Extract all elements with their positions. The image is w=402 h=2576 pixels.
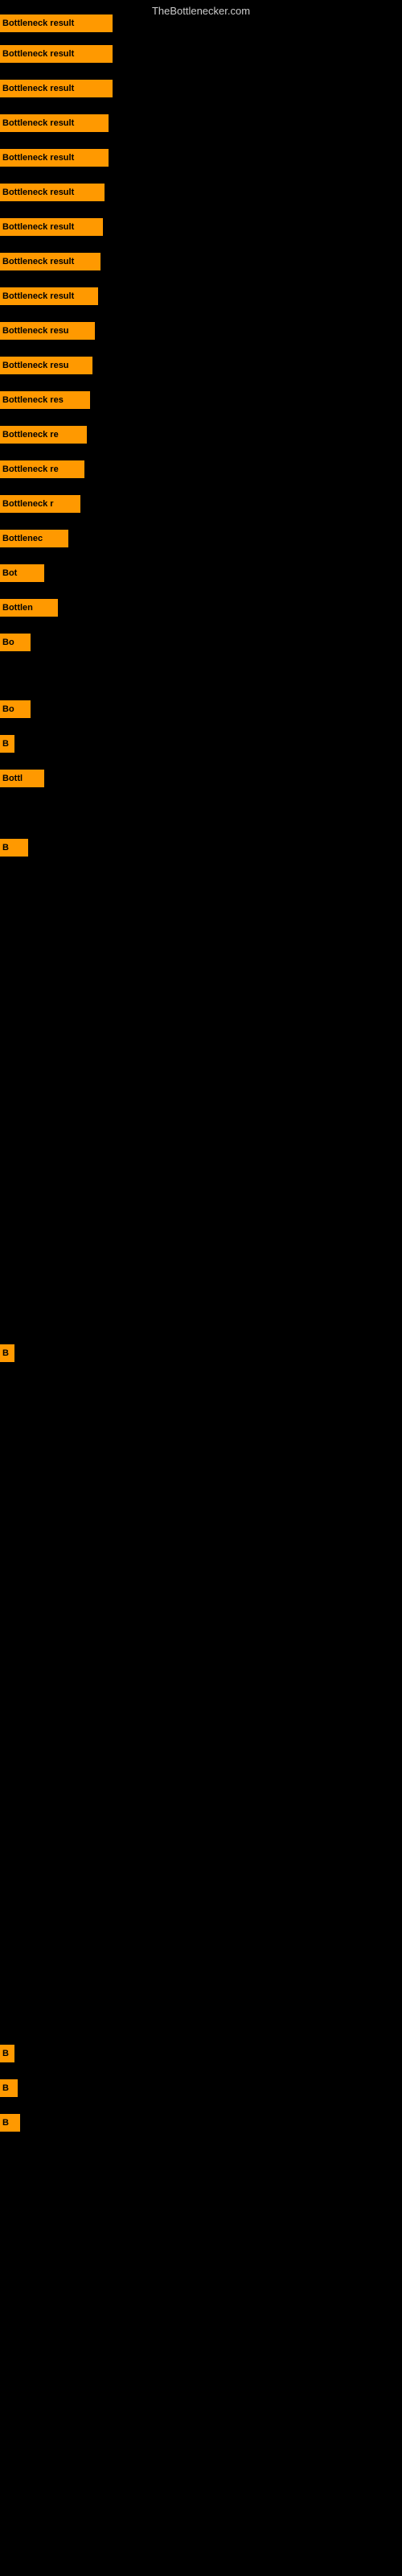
bottleneck-bar: Bottleneck result [0,184,105,201]
bottleneck-bar: Bottleneck result [0,80,113,97]
bottleneck-bar: Bo [0,700,31,718]
bottleneck-bar: Bottleneck re [0,426,87,444]
bottleneck-bar: Bottleneck resu [0,322,95,340]
bottleneck-bar: Bo [0,634,31,651]
bottleneck-bar: B [0,2045,14,2062]
bottleneck-bar: B [0,2079,18,2097]
bottleneck-bar: Bottlen [0,599,58,617]
bottleneck-bar: B [0,1344,14,1362]
bottleneck-bar: Bottl [0,770,44,787]
bottleneck-bar: Bottlenec [0,530,68,547]
bottleneck-bar: B [0,2114,20,2132]
bottleneck-bar: Bottleneck res [0,391,90,409]
bottleneck-bar: B [0,839,28,857]
bottleneck-bar: Bottleneck result [0,14,113,32]
bottleneck-bar: Bottleneck result [0,218,103,236]
bottleneck-bar: Bottleneck re [0,460,84,478]
bottleneck-bar: Bottleneck result [0,114,109,132]
bottleneck-bar: Bottleneck r [0,495,80,513]
bottleneck-bar: B [0,735,14,753]
bottleneck-bar: Bottleneck result [0,253,100,270]
bottleneck-bar: Bottleneck resu [0,357,92,374]
bottleneck-bar: Bottleneck result [0,287,98,305]
bottleneck-bar: Bottleneck result [0,149,109,167]
bottleneck-bar: Bottleneck result [0,45,113,63]
bottleneck-bar: Bot [0,564,44,582]
